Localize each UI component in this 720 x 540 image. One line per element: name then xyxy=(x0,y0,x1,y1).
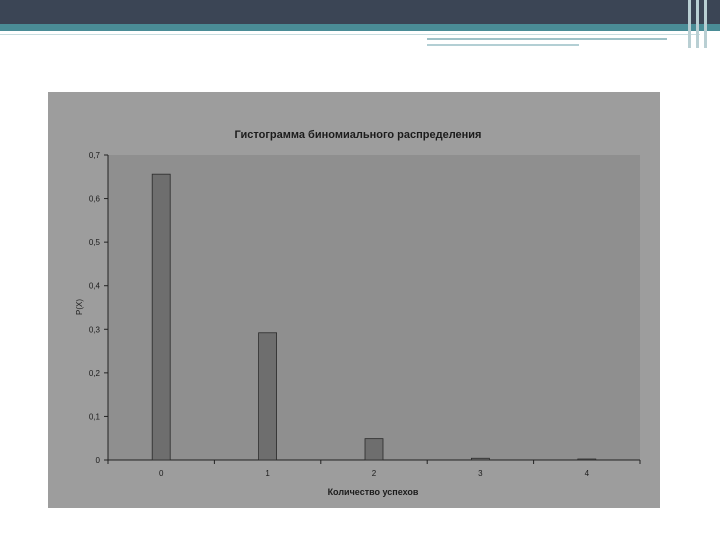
bar-2 xyxy=(364,438,384,461)
y-tick-label: 0 xyxy=(96,456,101,465)
decorative-corner-bars xyxy=(686,0,714,50)
decorative-line xyxy=(427,44,579,46)
bar-4 xyxy=(577,458,597,461)
bar-3 xyxy=(470,457,490,461)
y-tick-label: 0,1 xyxy=(89,412,101,421)
chart-title: Гистограмма биномиального распределения xyxy=(235,129,482,141)
x-tick-label: 2 xyxy=(372,469,377,478)
y-axis-label: P(X) xyxy=(75,299,84,315)
histogram-chart: Гистограмма биномиального распределения … xyxy=(75,129,641,497)
chart-photo: Гистограмма биномиального распределения … xyxy=(48,92,660,508)
y-tick-label: 0,5 xyxy=(89,238,101,247)
x-axis-label: Количество успехов xyxy=(328,487,419,497)
y-tick-label: 0,6 xyxy=(89,195,101,204)
bar-0 xyxy=(151,173,171,461)
y-tick-label: 0,7 xyxy=(89,151,101,160)
x-tick-label: 1 xyxy=(265,469,270,478)
decorative-line xyxy=(427,38,667,40)
bar-1 xyxy=(258,332,278,461)
x-tick-label: 0 xyxy=(159,469,164,478)
slide-header-accent xyxy=(0,24,720,31)
y-tick-label: 0,2 xyxy=(89,369,101,378)
decorative-line xyxy=(0,34,700,35)
y-tick-label: 0,3 xyxy=(89,325,101,334)
slide-header-bar xyxy=(0,0,720,24)
plot-area xyxy=(108,155,640,460)
x-tick-label: 3 xyxy=(478,469,483,478)
y-tick-label: 0,4 xyxy=(89,282,101,291)
x-tick-label: 4 xyxy=(585,469,590,478)
